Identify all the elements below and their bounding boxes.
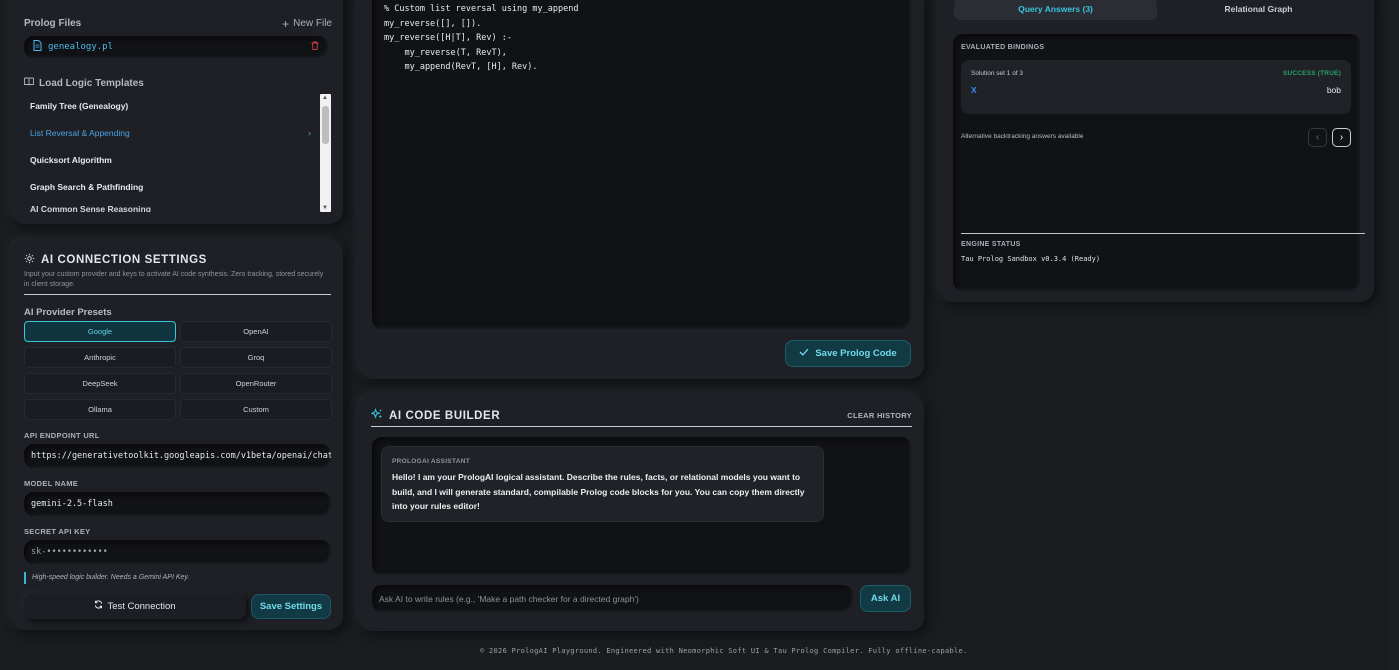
template-item[interactable]: Graph Search & Pathfinding — [24, 173, 318, 200]
ask-ai-input[interactable]: Ask AI to write rules (e.g., 'Make a pat… — [372, 585, 853, 612]
results-tabs: Query Answers (3) Relational Graph — [954, 0, 1360, 20]
preset-openrouter[interactable]: OpenRouter — [180, 373, 332, 394]
results-body: EVALUATED BINDINGS Solution set 1 of 3 S… — [953, 34, 1365, 291]
ask-ai-button[interactable]: Ask AI — [860, 585, 911, 612]
files-header: Prolog Files + New File — [24, 16, 332, 31]
template-item-active[interactable]: List Reversal & Appending › — [24, 119, 318, 146]
binding-variable: X — [971, 85, 977, 95]
ai-settings-header: AI CONNECTION SETTINGS — [24, 253, 207, 267]
clear-history-button[interactable]: CLEAR HISTORY — [847, 411, 912, 420]
status-badge: SUCCESS (TRUE) — [1282, 70, 1341, 77]
assistant-message: PROLOGAI ASSISTANT Hello! I am your Prol… — [381, 446, 824, 522]
binding-value: bob — [1326, 85, 1341, 95]
template-item[interactable]: Quicksort Algorithm — [24, 146, 318, 173]
solution-count: Solution set 1 of 3 — [971, 70, 1024, 77]
api-key-label: SECRET API KEY — [24, 527, 91, 536]
file-item[interactable]: genealogy.pl — [24, 36, 328, 58]
new-file-label: New File — [293, 18, 332, 29]
trash-icon[interactable] — [311, 41, 319, 53]
prev-solution-button[interactable]: ‹ — [1308, 128, 1327, 147]
code-line: my_reverse([H|T], Rev) :- — [384, 33, 512, 43]
model-label: MODEL NAME — [24, 479, 79, 488]
file-name: genealogy.pl — [48, 42, 114, 52]
ai-builder-panel: AI CODE BUILDER CLEAR HISTORY PROLOGAI A… — [359, 395, 924, 631]
template-label: Graph Search & Pathfinding — [30, 181, 144, 192]
save-code-button[interactable]: Save Prolog Code — [785, 340, 911, 367]
preset-deepseek[interactable]: DeepSeek — [24, 373, 176, 394]
builder-header: AI CODE BUILDER CLEAR HISTORY — [370, 408, 912, 423]
files-panel: Prolog Files + New File genealogy.pl Loa… — [11, 0, 343, 224]
provider-hint: High-speed logic builder. Needs a Gemini… — [24, 572, 189, 584]
preset-groq[interactable]: Groq — [180, 347, 332, 368]
model-input[interactable]: gemini-2.5-flash — [24, 492, 331, 516]
file-icon — [33, 38, 42, 56]
editor-panel: % Custom list reversal using my_append m… — [359, 0, 924, 379]
save-settings-button[interactable]: Save Settings — [251, 594, 331, 619]
endpoint-input[interactable]: https://generativetoolkit.googleapis.com… — [24, 444, 331, 468]
test-connection-label: Test Connection — [107, 600, 176, 612]
files-title: Prolog Files — [24, 18, 82, 29]
chevron-left-icon: ‹ — [1315, 132, 1320, 143]
code-editor[interactable]: % Custom list reversal using my_append m… — [372, 0, 911, 329]
code-line: my_reverse([], []). — [384, 18, 482, 29]
template-label: Family Tree (Genealogy) — [30, 100, 129, 111]
template-label: List Reversal & Appending — [30, 127, 130, 138]
assistant-name: PROLOGAI ASSISTANT — [392, 458, 470, 465]
assistant-message-text: Hello! I am your PrologAI logical assist… — [392, 472, 805, 511]
templates-list: Family Tree (Genealogy) List Reversal & … — [24, 92, 318, 213]
sparkle-icon — [370, 408, 383, 423]
test-connection-button[interactable]: Test Connection — [24, 593, 246, 619]
scrollbar-thumb[interactable] — [322, 106, 329, 144]
template-item[interactable]: Family Tree (Genealogy) — [24, 92, 318, 119]
divider — [24, 294, 331, 295]
preset-custom[interactable]: Custom — [180, 399, 332, 420]
templates-title: Load Logic Templates — [39, 77, 144, 89]
scroll-up-icon[interactable]: ▲ — [322, 95, 328, 101]
tab-relational-graph[interactable]: Relational Graph — [1157, 0, 1360, 20]
preset-ollama[interactable]: Ollama — [24, 399, 176, 420]
check-icon — [799, 348, 809, 359]
scroll-down-icon[interactable]: ▼ — [322, 205, 328, 211]
ai-settings-title: AI CONNECTION SETTINGS — [41, 254, 207, 266]
presets-label: AI Provider Presets — [24, 307, 112, 318]
template-label: Quicksort Algorithm — [30, 154, 112, 165]
book-icon — [24, 77, 34, 89]
results-panel: Query Answers (3) Relational Graph EVALU… — [939, 0, 1374, 302]
refresh-icon — [94, 600, 103, 612]
divider — [961, 233, 1365, 234]
chevron-right-icon: › — [308, 127, 311, 138]
template-item[interactable]: AI Common Sense Reasoning — [24, 200, 318, 212]
preset-openai[interactable]: OpenAI — [180, 321, 332, 342]
ai-settings-panel: AI CONNECTION SETTINGS Input your custom… — [11, 240, 343, 630]
solution-card: Solution set 1 of 3 SUCCESS (TRUE) X bob — [961, 60, 1351, 114]
window-edge — [1388, 0, 1399, 670]
next-solution-button[interactable]: › — [1332, 128, 1351, 147]
preset-google[interactable]: Google — [24, 321, 176, 342]
plus-icon: + — [282, 16, 290, 31]
gear-icon — [24, 253, 35, 267]
endpoint-label: API ENDPOINT URL — [24, 431, 100, 440]
preset-anthropic[interactable]: Anthropic — [24, 347, 176, 368]
divider — [371, 426, 912, 427]
code-line: my_append(RevT, [H], Rev). — [384, 62, 538, 72]
chevron-right-icon: › — [1339, 132, 1344, 143]
chat-history: PROLOGAI ASSISTANT Hello! I am your Prol… — [372, 437, 911, 575]
engine-status-value: Tau Prolog Sandbox v0.3.4 (Ready) — [961, 255, 1101, 263]
templates-scrollbar[interactable]: ▲ ▼ — [320, 94, 331, 212]
footer: © 2026 PrologAI Playground. Engineered w… — [480, 647, 968, 655]
api-key-input[interactable]: sk-•••••••••••• — [24, 540, 331, 564]
new-file-button[interactable]: + New File — [282, 16, 332, 31]
engine-status-title: ENGINE STATUS — [961, 241, 1021, 248]
builder-title: AI CODE BUILDER — [389, 409, 501, 422]
bindings-title: EVALUATED BINDINGS — [961, 44, 1045, 51]
backtrack-note: Alternative backtracking answers availab… — [961, 133, 1084, 140]
template-label: AI Common Sense Reasoning — [30, 204, 151, 212]
code-line: my_reverse(T, RevT), — [384, 47, 507, 58]
code-line: % Custom list reversal using my_append — [384, 4, 579, 14]
templates-header: Load Logic Templates — [24, 77, 144, 89]
tab-query-answers[interactable]: Query Answers (3) — [954, 0, 1157, 20]
ai-settings-description: Input your custom provider and keys to a… — [24, 271, 324, 288]
save-code-label: Save Prolog Code — [815, 348, 897, 359]
